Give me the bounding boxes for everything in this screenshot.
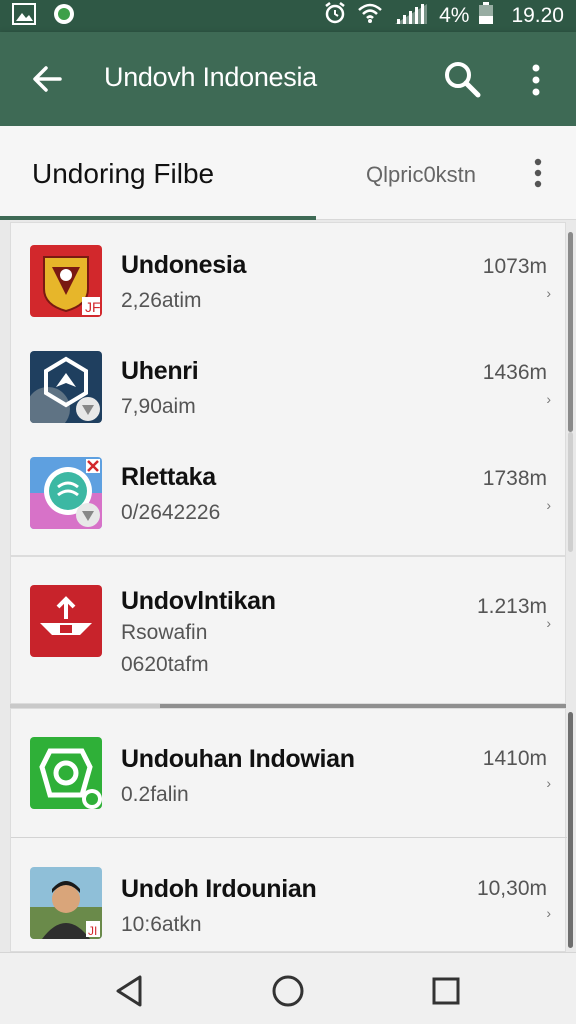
camera-icon [30,737,102,809]
scrollbar-track [568,432,573,552]
chevron-right-icon: › [546,391,551,407]
item-name: Undovlntikan [121,587,276,615]
more-vert-icon[interactable] [528,156,548,190]
person-avatar-icon: JI [30,867,102,939]
item-size: 1.213m [476,595,547,618]
item-subtitle: 10:6atkn [121,913,202,936]
chevron-right-icon: › [546,497,551,513]
battery-icon [479,2,494,30]
list-item[interactable]: Undovlntikan Rsowafin 0620tafm 1.213m › [11,557,567,705]
back-nav-icon[interactable] [112,973,148,1009]
alarm-icon [323,1,347,31]
item-name: Uhenri [121,357,199,385]
list-item[interactable]: JI Undoh Irdounian 10:6atkn 10,30m › [11,849,567,949]
scrollbar[interactable] [568,232,573,432]
signal-icon [393,2,429,30]
list-card: Undouhan Indowian 0.2falin 1410m › JI Un… [10,708,567,952]
item-name: Rlettaka [121,463,216,491]
list-card: JF Undonesia 2,26atim 1073m › Uhenri 7,9… [10,222,566,556]
item-subtitle: 0/2642226 [121,501,221,524]
list-card: Undovlntikan Rsowafin 0620tafm 1.213m › [10,556,566,704]
item-size: 10,30m [476,877,547,900]
list-item[interactable]: JF Undonesia 2,26atim 1073m › [11,235,567,335]
item-size: 1073m [482,255,547,278]
chat-bubble-icon [30,457,102,529]
svg-text:JF: JF [85,299,101,315]
chevron-right-icon: › [546,775,551,791]
item-subtitle: 2,26atim [121,289,202,312]
item-name: Undonesia [121,251,247,279]
navigation-bar [0,952,576,1024]
item-subtitle: 7,90aim [121,395,196,418]
chevron-right-icon: › [546,615,551,631]
list-item[interactable]: Rlettaka 0/2642226 1738m › [11,447,567,547]
gallery-icon [12,2,36,30]
list-divider [11,837,567,838]
item-size: 1738m [482,467,547,490]
item-name: Undoh Irdounian [121,875,317,903]
item-name: Undouhan Indowian [121,745,355,773]
home-nav-icon[interactable] [270,973,306,1009]
emblem-icon: JF [30,245,102,317]
tab-title[interactable]: Undoring Filbe [32,158,214,190]
ship-icon [30,585,102,657]
svg-text:JI: JI [88,924,97,938]
status-time: 19.20 [511,4,564,27]
app-bar: Undovh Indonesia [0,32,576,126]
recents-nav-icon[interactable] [428,973,464,1009]
list-item[interactable]: Uhenri 7,90aim 1436m › [11,341,567,441]
status-bar: 4% 19.20 [0,0,576,32]
item-size: 1410m [482,747,547,770]
scrollbar[interactable] [568,712,573,948]
wifi-icon [357,2,383,30]
search-icon[interactable] [442,59,482,99]
chevron-right-icon: › [546,285,551,301]
app-notification-icon [52,2,76,31]
app-bar-title: Undovh Indonesia [104,62,317,92]
back-arrow-icon[interactable] [28,60,66,98]
tab-indicator [0,216,316,220]
list-item[interactable]: Undouhan Indowian 0.2falin 1410m › [11,719,567,819]
more-vert-icon[interactable] [524,62,548,98]
filter-label[interactable]: Qlpric0kstn [366,162,476,188]
item-subtitle: Rsowafin [121,621,208,644]
item-subtitle: 0.2falin [121,783,189,806]
shield-icon [30,351,102,423]
chevron-right-icon: › [546,905,551,921]
tab-bar: Undoring Filbe Qlpric0kstn [0,126,576,220]
battery-text: 4% [439,4,470,27]
item-subtitle-secondary: 0620tafm [121,653,209,676]
item-size: 1436m [482,361,547,384]
